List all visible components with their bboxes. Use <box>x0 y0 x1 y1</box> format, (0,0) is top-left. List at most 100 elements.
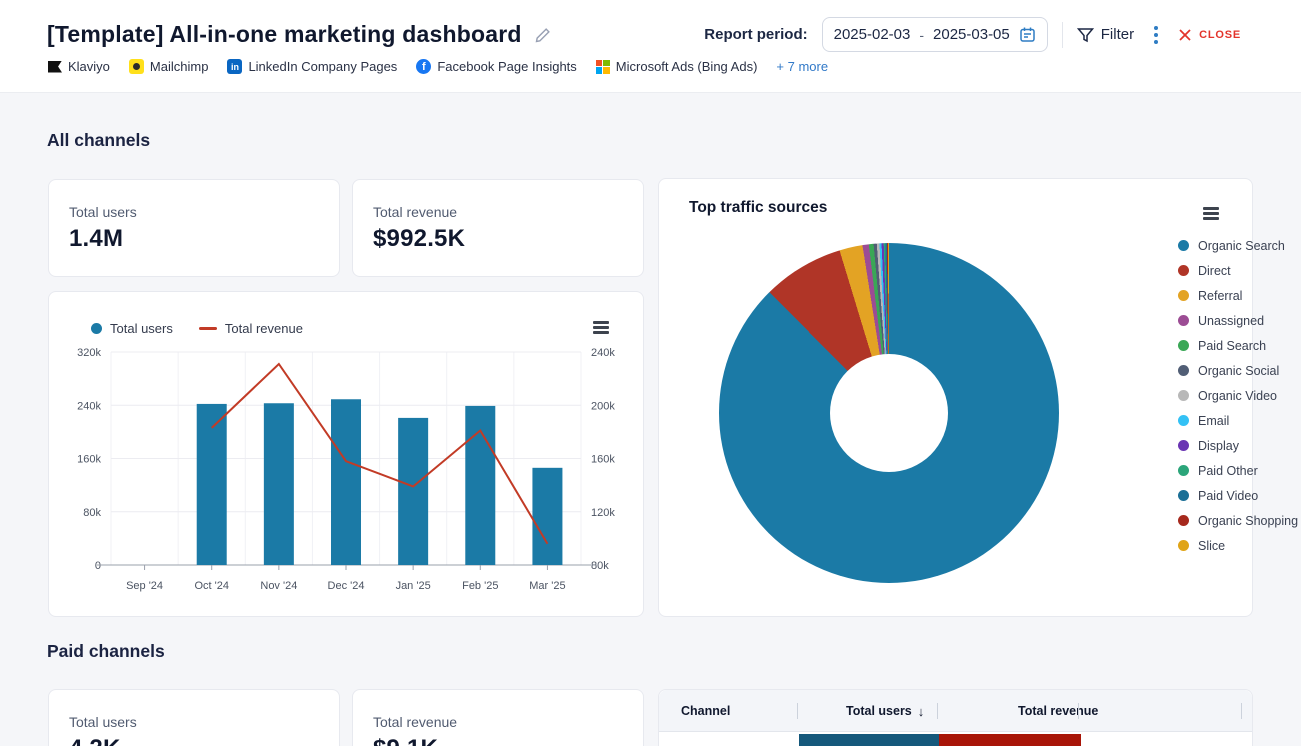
calendar-icon[interactable] <box>1019 26 1036 43</box>
mailchimp-icon <box>129 59 144 74</box>
legend-label: Organic Search <box>1198 239 1285 253</box>
legend-dot <box>1178 265 1189 276</box>
legend-dot <box>1178 390 1189 401</box>
donut-legend-item[interactable]: Paid Search <box>1178 333 1298 358</box>
legend-label: Email <box>1198 414 1229 428</box>
donut-legend-item[interactable]: Referral <box>1178 283 1298 308</box>
donut-chart-title: Top traffic sources <box>689 199 827 217</box>
legend-label: Referral <box>1198 289 1242 303</box>
table-row[interactable] <box>659 732 1252 746</box>
donut-legend-item[interactable]: Organic Shopping <box>1178 508 1298 533</box>
donut-legend-item[interactable]: Organic Social <box>1178 358 1298 383</box>
donut-legend-item[interactable]: Paid Video <box>1178 483 1298 508</box>
source-chip-linkedin[interactable]: in LinkedIn Company Pages <box>227 59 397 74</box>
kpi-card-total-users: Total users 1.4M <box>48 179 340 277</box>
column-header-channel[interactable]: Channel <box>681 690 730 732</box>
klaviyo-icon <box>48 61 62 73</box>
legend-label: Organic Shopping <box>1198 514 1298 528</box>
all-channels-heading: All channels <box>47 130 150 151</box>
report-period-label: Report period: <box>704 26 807 43</box>
svg-text:240k: 240k <box>591 347 615 359</box>
legend-label: Slice <box>1198 539 1225 553</box>
kpi-value: 1.4M <box>69 225 319 253</box>
combo-chart: 320k240k240k200k160k160k80k120k080kSep '… <box>49 292 645 618</box>
donut-legend-item[interactable]: Organic Search <box>1178 233 1298 258</box>
legend-dot <box>1178 515 1189 526</box>
svg-text:160k: 160k <box>77 454 101 466</box>
more-options-menu[interactable] <box>1148 22 1164 48</box>
donut-legend-item[interactable]: Direct <box>1178 258 1298 283</box>
column-divider <box>937 703 938 719</box>
source-chip-mailchimp[interactable]: Mailchimp <box>129 59 209 74</box>
source-chips: Klaviyo Mailchimp in LinkedIn Company Pa… <box>48 59 828 74</box>
svg-text:Sep '24: Sep '24 <box>126 580 163 592</box>
svg-text:Nov '24: Nov '24 <box>260 580 297 592</box>
filter-button[interactable]: Filter <box>1077 26 1134 43</box>
page-title: [Template] All-in-one marketing dashboar… <box>47 21 522 48</box>
source-chip-klaviyo[interactable]: Klaviyo <box>48 59 110 74</box>
traffic-sources-donut[interactable] <box>719 243 1059 583</box>
sort-descending-icon: ↓ <box>918 704 925 719</box>
funnel-icon <box>1077 27 1094 43</box>
top-traffic-sources-card: Top traffic sources Organic SearchDirect… <box>658 178 1253 617</box>
kpi-value: $992.5K <box>373 225 623 253</box>
paid-channels-table-card: Channel Total users ↓ Total revenue <box>658 689 1253 746</box>
svg-text:120k: 120k <box>591 507 615 519</box>
svg-text:Mar '25: Mar '25 <box>529 580 565 592</box>
table-header-row: Channel Total users ↓ Total revenue <box>659 690 1252 732</box>
kpi-label: Total users <box>69 714 319 730</box>
svg-text:Dec '24: Dec '24 <box>328 580 365 592</box>
donut-legend-item[interactable]: Organic Video <box>1178 383 1298 408</box>
donut-legend-item[interactable]: Email <box>1178 408 1298 433</box>
kpi-value: $9.1K <box>373 735 623 746</box>
column-divider <box>1078 703 1079 719</box>
more-sources-link[interactable]: + 7 more <box>776 59 828 74</box>
date-range-picker[interactable]: 2025-02-03 - 2025-03-05 <box>822 17 1048 52</box>
donut-legend: Organic Search Direct Referral Unassigned Pa… <box>1178 233 1298 558</box>
dashboard-page: [Template] All-in-one marketing dashboar… <box>0 0 1301 746</box>
legend-label: Paid Video <box>1198 489 1258 503</box>
legend-label: Paid Other <box>1198 464 1258 478</box>
legend-dot <box>91 323 102 334</box>
svg-text:Feb '25: Feb '25 <box>462 580 498 592</box>
column-header-total-users[interactable]: Total users ↓ <box>846 690 924 732</box>
legend-dot <box>1178 440 1189 451</box>
legend-line-sample <box>199 327 217 330</box>
source-chip-facebook[interactable]: f Facebook Page Insights <box>416 59 576 74</box>
legend-dot <box>1178 465 1189 476</box>
donut-legend-item[interactable]: Unassigned <box>1178 308 1298 333</box>
legend-label: Organic Video <box>1198 389 1277 403</box>
svg-text:80k: 80k <box>591 560 609 572</box>
legend-item-total-revenue[interactable]: Total revenue <box>199 321 303 336</box>
close-button[interactable]: CLOSE <box>1178 28 1241 42</box>
header-divider <box>1062 22 1063 48</box>
revenue-bar <box>939 734 1081 746</box>
column-divider <box>797 703 798 719</box>
legend-dot <box>1178 315 1189 326</box>
kpi-label: Total revenue <box>373 204 623 220</box>
chart-menu-icon[interactable] <box>593 321 609 334</box>
kpi-label: Total users <box>69 204 319 220</box>
chart-menu-icon[interactable] <box>1203 207 1219 220</box>
donut-legend-item[interactable]: Paid Other <box>1178 458 1298 483</box>
legend-label: Paid Search <box>1198 339 1266 353</box>
legend-label: Display <box>1198 439 1239 453</box>
donut-legend-item[interactable]: Slice <box>1178 533 1298 558</box>
column-divider <box>1241 703 1242 719</box>
source-chip-microsoft-ads[interactable]: Microsoft Ads (Bing Ads) <box>596 59 758 74</box>
svg-text:Jan '25: Jan '25 <box>396 580 431 592</box>
svg-text:200k: 200k <box>591 400 615 412</box>
date-end[interactable]: 2025-03-05 <box>933 26 1010 43</box>
legend-dot <box>1178 240 1189 251</box>
kpi-card-paid-total-users: Total users 4.2K <box>48 689 340 746</box>
donut-legend-item[interactable]: Display <box>1178 433 1298 458</box>
legend-item-total-users[interactable]: Total users <box>91 321 173 336</box>
column-header-total-revenue[interactable]: Total revenue <box>1018 690 1098 732</box>
combo-chart-legend: Total users Total revenue <box>91 321 303 336</box>
header-bar: [Template] All-in-one marketing dashboar… <box>0 0 1301 93</box>
kpi-card-paid-total-revenue: Total revenue $9.1K <box>352 689 644 746</box>
edit-title-icon[interactable] <box>534 26 552 44</box>
kpi-value: 4.2K <box>69 735 319 746</box>
date-start[interactable]: 2025-02-03 <box>834 26 911 43</box>
svg-text:240k: 240k <box>77 400 101 412</box>
